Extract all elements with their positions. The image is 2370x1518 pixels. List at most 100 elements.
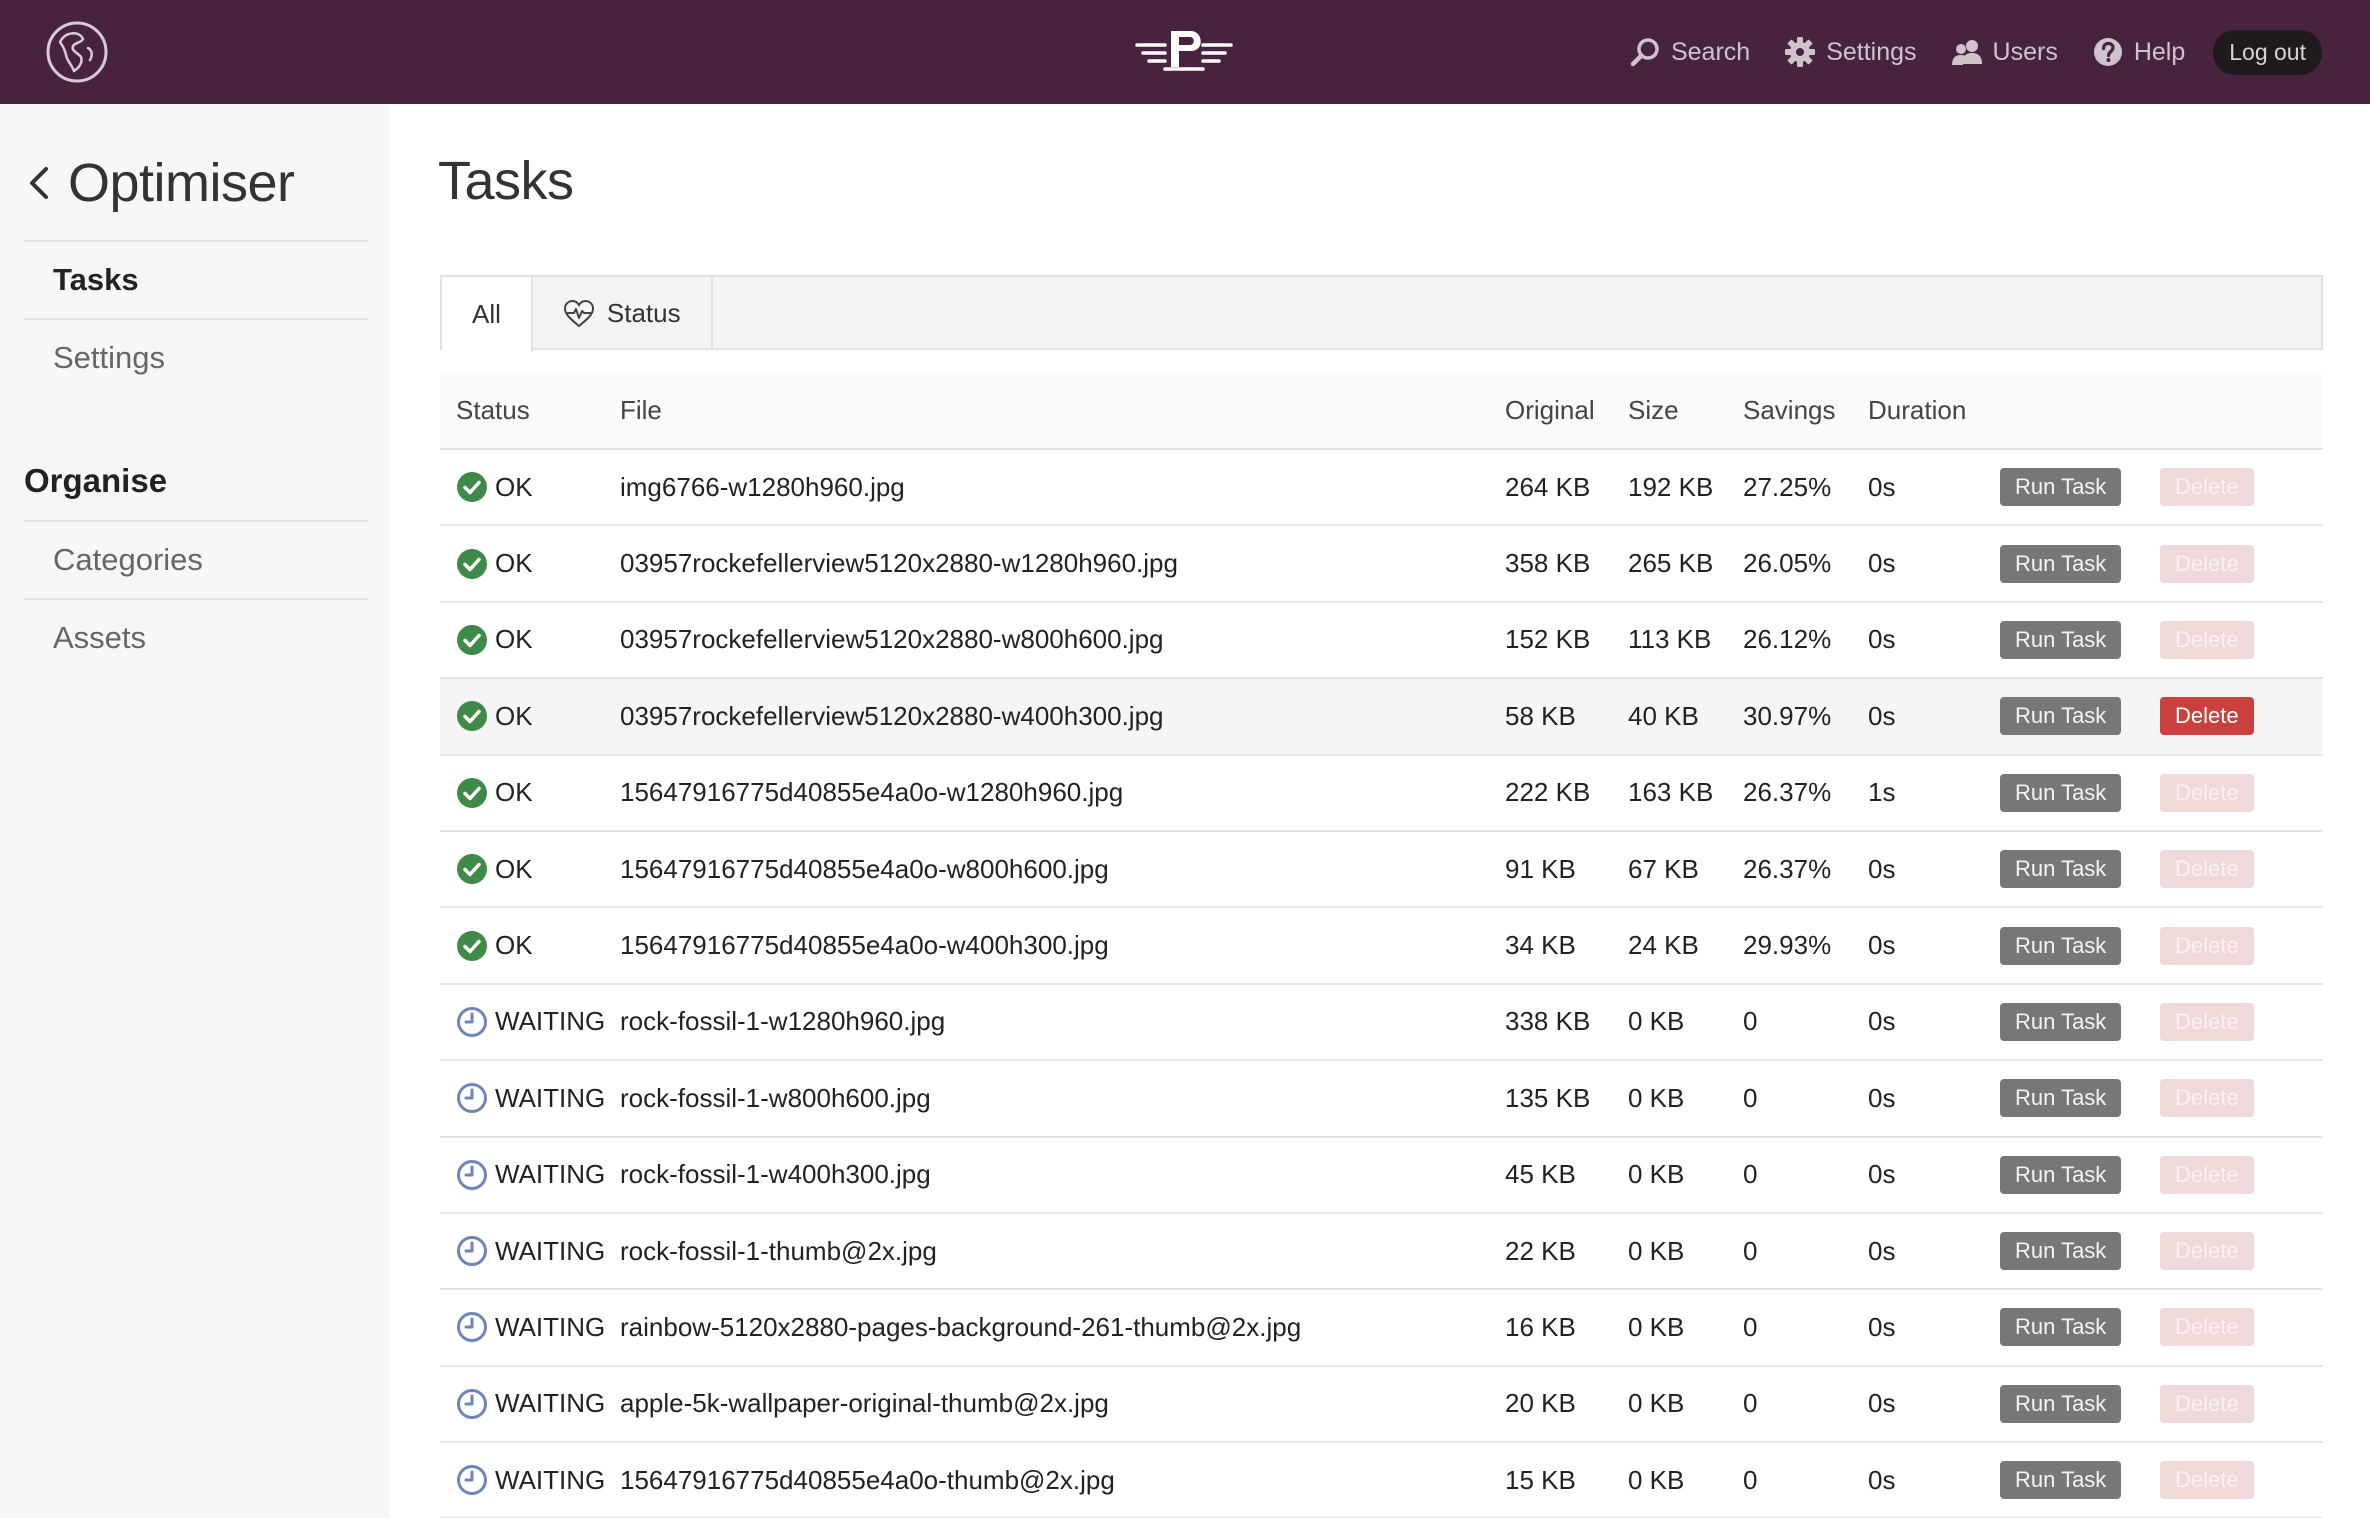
column-header-savings[interactable]: Savings: [1743, 373, 1868, 450]
table-header-row: Status File Original Size Savings Durati…: [440, 373, 2323, 450]
table-row[interactable]: WAITING apple-5k-wallpaper-original-thumb…: [440, 1366, 2323, 1443]
table-row[interactable]: OK 03957rockefellerview5120x2880-w1280h96…: [440, 525, 2323, 602]
run-cell: Run Task: [2000, 1442, 2160, 1518]
file-cell: rock-fossil-1-w1280h960.jpg: [620, 1006, 946, 1037]
nav-users[interactable]: Users: [1951, 36, 2058, 68]
delete-button[interactable]: Delete: [2160, 468, 2254, 507]
clock-icon: [457, 1159, 487, 1190]
column-header-size[interactable]: Size: [1628, 373, 1743, 450]
help-icon: [2093, 38, 2122, 66]
globe-icon[interactable]: [45, 20, 109, 84]
delete-button[interactable]: Delete: [2160, 1461, 2254, 1500]
tab-bar: All Status: [440, 275, 2323, 352]
delete-cell: Delete: [2160, 1289, 2323, 1365]
status-text: WAITING: [495, 1159, 606, 1190]
delete-button[interactable]: Delete: [2160, 773, 2254, 812]
run-cell: Run Task: [2000, 984, 2160, 1060]
table-row[interactable]: OK 15647916775d40855e4a0o-w800h600.jpg 91 …: [440, 831, 2323, 908]
run-task-button[interactable]: Run Task: [2000, 620, 2122, 659]
table-row[interactable]: OK 15647916775d40855e4a0o-w400h300.jpg 34 …: [440, 907, 2323, 984]
sidebar-item-categories[interactable]: Categories: [24, 520, 368, 598]
run-task-button[interactable]: Run Task: [2000, 1232, 2122, 1271]
logout-button[interactable]: Log out: [2213, 29, 2322, 75]
nav-settings[interactable]: Settings: [1784, 36, 1917, 68]
delete-button[interactable]: Delete: [2160, 697, 2254, 736]
duration-cell: 0s: [1868, 471, 1896, 502]
table-row[interactable]: WAITING 15647916775d40855e4a0o-thumb@2x.j…: [440, 1442, 2323, 1518]
tab-all[interactable]: All: [442, 277, 533, 352]
column-header-file[interactable]: File: [620, 373, 1505, 450]
status-text: WAITING: [495, 1082, 606, 1113]
table-row[interactable]: WAITING rainbow-5120x2880-pages-backgroun…: [440, 1289, 2323, 1366]
table-row[interactable]: OK 15647916775d40855e4a0o-w1280h960.jpg 22…: [440, 755, 2323, 831]
size-cell: 67 KB: [1628, 853, 1699, 884]
run-task-button[interactable]: Run Task: [2000, 1155, 2122, 1194]
size-cell: 113 KB: [1628, 624, 1712, 655]
status-text: OK: [495, 624, 533, 655]
delete-cell: Delete: [2160, 1442, 2323, 1518]
check-circle-icon: [457, 701, 487, 732]
run-task-button[interactable]: Run Task: [2000, 468, 2122, 507]
clock-icon: [457, 1006, 487, 1037]
run-task-button[interactable]: Run Task: [2000, 697, 2122, 736]
run-task-button[interactable]: Run Task: [2000, 926, 2122, 965]
file-cell: 03957rockefellerview5120x2880-w400h300.j…: [620, 700, 1164, 731]
original-size-cell: 358 KB: [1505, 548, 1591, 579]
tab-status[interactable]: Status: [533, 277, 713, 350]
column-header-status[interactable]: Status: [440, 373, 620, 450]
status-indicator: OK: [456, 471, 620, 503]
sidebar-item-settings[interactable]: Settings: [24, 318, 368, 396]
column-header-duration[interactable]: Duration: [1868, 373, 2000, 450]
delete-button[interactable]: Delete: [2160, 1232, 2254, 1271]
delete-button[interactable]: Delete: [2160, 1384, 2254, 1423]
size-cell: 40 KB: [1628, 700, 1699, 731]
run-task-button[interactable]: Run Task: [2000, 1461, 2122, 1500]
sidebar-item-tasks[interactable]: Tasks: [24, 240, 368, 318]
run-cell: Run Task: [2000, 907, 2160, 983]
sidebar-item-assets[interactable]: Assets: [24, 598, 368, 676]
table-row[interactable]: WAITING rock-fossil-1-thumb@2x.jpg 22 KB 0 …: [440, 1213, 2323, 1290]
delete-button[interactable]: Delete: [2160, 926, 2254, 965]
size-cell: 0 KB: [1628, 1006, 1685, 1037]
delete-cell: Delete: [2160, 1060, 2323, 1136]
table-row[interactable]: OK img6766-w1280h960.jpg 264 KB 192 KB 27.25…: [440, 449, 2323, 526]
nav-search[interactable]: Search: [1629, 36, 1750, 68]
table-row[interactable]: WAITING rock-fossil-1-w1280h960.jpg 338 KB…: [440, 984, 2323, 1061]
run-cell: Run Task: [2000, 678, 2160, 754]
table-row[interactable]: OK 03957rockefellerview5120x2880-w400h300…: [440, 678, 2323, 755]
run-task-button[interactable]: Run Task: [2000, 773, 2122, 812]
delete-button[interactable]: Delete: [2160, 1079, 2254, 1118]
clock-icon: [457, 1465, 487, 1496]
run-task-button[interactable]: Run Task: [2000, 1384, 2122, 1423]
table-row[interactable]: WAITING rock-fossil-1-w400h300.jpg 45 KB 0 …: [440, 1137, 2323, 1213]
original-size-cell: 20 KB: [1505, 1388, 1576, 1419]
run-task-button[interactable]: Run Task: [2000, 850, 2122, 889]
status-text: OK: [495, 777, 533, 808]
table-row[interactable]: OK 03957rockefellerview5120x2880-w800h600…: [440, 602, 2323, 679]
status-cell: OK: [440, 755, 620, 831]
original-size-cell: 338 KB: [1505, 1006, 1591, 1037]
column-header-original[interactable]: Original: [1505, 373, 1628, 450]
delete-button[interactable]: Delete: [2160, 620, 2254, 659]
run-task-button[interactable]: Run Task: [2000, 1308, 2122, 1347]
table-row[interactable]: WAITING rock-fossil-1-w800h600.jpg 135 KB 0…: [440, 1060, 2323, 1137]
run-task-button[interactable]: Run Task: [2000, 1002, 2122, 1041]
original-size-cell: 152 KB: [1505, 624, 1591, 655]
run-task-button[interactable]: Run Task: [2000, 544, 2122, 583]
delete-button[interactable]: Delete: [2160, 544, 2254, 583]
file-cell: 15647916775d40855e4a0o-w800h600.jpg: [620, 853, 1109, 884]
back-link[interactable]: Optimiser: [24, 152, 295, 214]
delete-button[interactable]: Delete: [2160, 1155, 2254, 1194]
run-task-button[interactable]: Run Task: [2000, 1079, 2122, 1118]
duration-cell: 0s: [1868, 930, 1896, 961]
delete-button[interactable]: Delete: [2160, 1002, 2254, 1041]
top-nav: Search Settings Users Help Log out: [1595, 0, 2322, 104]
nav-help[interactable]: Help: [2092, 36, 2185, 68]
app-logo[interactable]: [1135, 27, 1233, 75]
delete-button[interactable]: Delete: [2160, 850, 2254, 889]
savings-cell: 0: [1743, 1464, 1758, 1495]
duration-cell: 0s: [1868, 548, 1896, 579]
status-indicator: OK: [456, 548, 620, 580]
size-cell: 0 KB: [1628, 1082, 1685, 1113]
delete-button[interactable]: Delete: [2160, 1308, 2254, 1347]
